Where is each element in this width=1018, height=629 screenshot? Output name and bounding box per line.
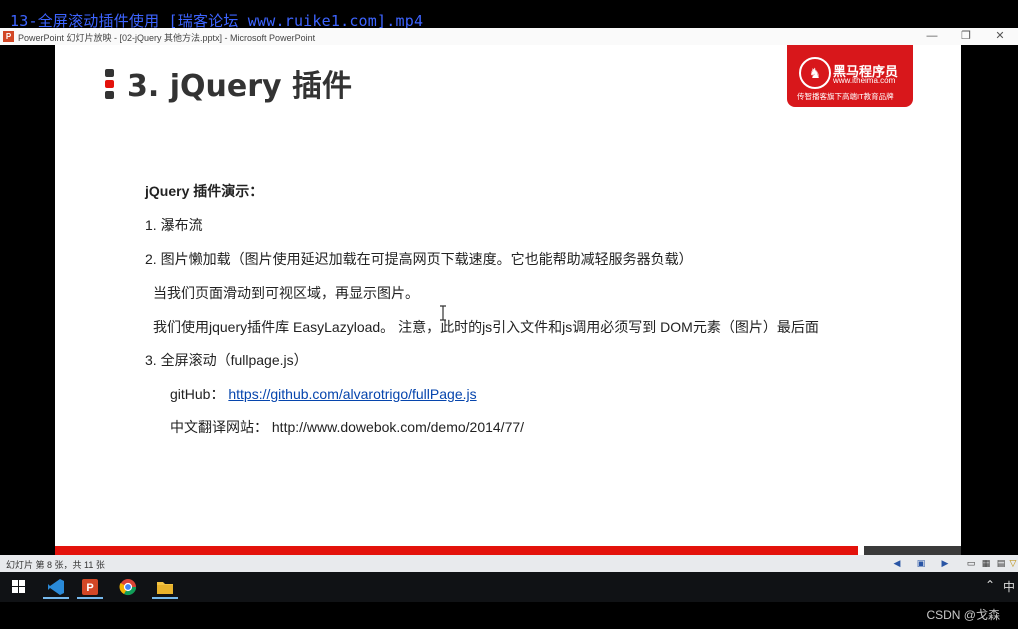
cn-site-label: 中文翻译网站： xyxy=(170,419,268,435)
vscode-icon[interactable] xyxy=(39,575,73,599)
slide-title: 3. jQuery 插件 xyxy=(127,69,352,104)
normal-view-icon[interactable]: ▭ xyxy=(964,557,978,569)
window-title: PowerPoint 幻灯片放映 - [02-jQuery 其他方法.pptx]… xyxy=(18,33,316,43)
file-explorer-icon[interactable] xyxy=(148,575,182,599)
logo-slogan: 传智播客旗下高端IT教育品牌 xyxy=(797,92,894,101)
taskbar: P ⌃ 中 xyxy=(0,572,1018,602)
slide-footer-gray-bar xyxy=(864,546,961,555)
list-item-waterfall: 1. 瀑布流 xyxy=(145,217,203,233)
github-row: gitHub： https://github.com/alvarotrigo/f… xyxy=(170,384,477,404)
lazyload-note-2: 我们使用jquery插件库 EasyLazyload。 注意，此时的js引入文件… xyxy=(153,319,819,335)
next-slide-icon[interactable]: ▶ xyxy=(938,557,952,569)
slide-menu-icon[interactable]: ▣ xyxy=(914,557,928,569)
horse-logo-icon: ♞ xyxy=(799,57,831,89)
svg-text:P: P xyxy=(86,582,93,594)
chrome-icon[interactable] xyxy=(111,575,145,599)
status-bar: 幻灯片 第 8 张，共 11 张 ◀ ▣ ▶ ▭ ▦ ▤ ▽ xyxy=(0,555,1018,572)
cn-site-url: http://www.dowebok.com/demo/2014/77/ xyxy=(271,419,525,435)
github-label: gitHub： xyxy=(170,386,225,402)
title-decoration-icon xyxy=(105,69,114,102)
lazyload-note-1: 当我们页面滑动到可视区域，再显示图片。 xyxy=(153,285,419,301)
slideshow-view-icon[interactable]: ▽ xyxy=(1006,557,1018,569)
close-button[interactable]: ✕ xyxy=(990,29,1010,43)
powerpoint-window: P PowerPoint 幻灯片放映 - [02-jQuery 其他方法.ppt… xyxy=(0,28,1018,572)
list-item-fullpage: 3. 全屏滚动（fullpage.js） xyxy=(145,352,308,368)
windows-start-icon[interactable] xyxy=(2,575,36,599)
sorter-view-icon[interactable]: ▦ xyxy=(979,557,993,569)
title-bar: P PowerPoint 幻灯片放映 - [02-jQuery 其他方法.ppt… xyxy=(0,28,1018,45)
logo-url: www.itheima.com xyxy=(833,76,896,85)
slide-footer-red-bar xyxy=(55,546,858,555)
github-link[interactable]: https://github.com/alvarotrigo/fullPage.… xyxy=(228,386,476,402)
cn-site-row: 中文翻译网站： http://www.dowebok.com/demo/2014… xyxy=(170,417,524,437)
watermark: CSDN @戈森 xyxy=(926,608,1000,622)
restore-button[interactable]: ❐ xyxy=(956,29,976,43)
content-heading: jQuery 插件演示： xyxy=(145,183,264,199)
itheima-logo: ♞ 黑马程序员 www.itheima.com 传智播客旗下高端IT教育品牌 xyxy=(787,45,913,107)
slide-counter: 幻灯片 第 8 张，共 11 张 xyxy=(6,560,105,570)
powerpoint-taskbar-icon[interactable]: P xyxy=(73,575,107,599)
powerpoint-icon[interactable]: P xyxy=(3,31,14,42)
minimize-button[interactable]: — xyxy=(922,29,942,43)
text-cursor-icon xyxy=(440,305,446,321)
tray-chevron-icon[interactable]: ⌃ xyxy=(985,578,995,592)
ime-indicator[interactable]: 中 xyxy=(1003,578,1015,595)
slideshow-area: 3. jQuery 插件 ♞ 黑马程序员 www.itheima.com 传智播… xyxy=(0,45,1018,555)
list-item-lazyload: 2. 图片懒加载（图片使用延迟加载在可提高网页下载速度。它也能帮助减轻服务器负载… xyxy=(145,251,693,267)
slide[interactable]: 3. jQuery 插件 ♞ 黑马程序员 www.itheima.com 传智播… xyxy=(55,45,961,555)
previous-slide-icon[interactable]: ◀ xyxy=(890,557,904,569)
